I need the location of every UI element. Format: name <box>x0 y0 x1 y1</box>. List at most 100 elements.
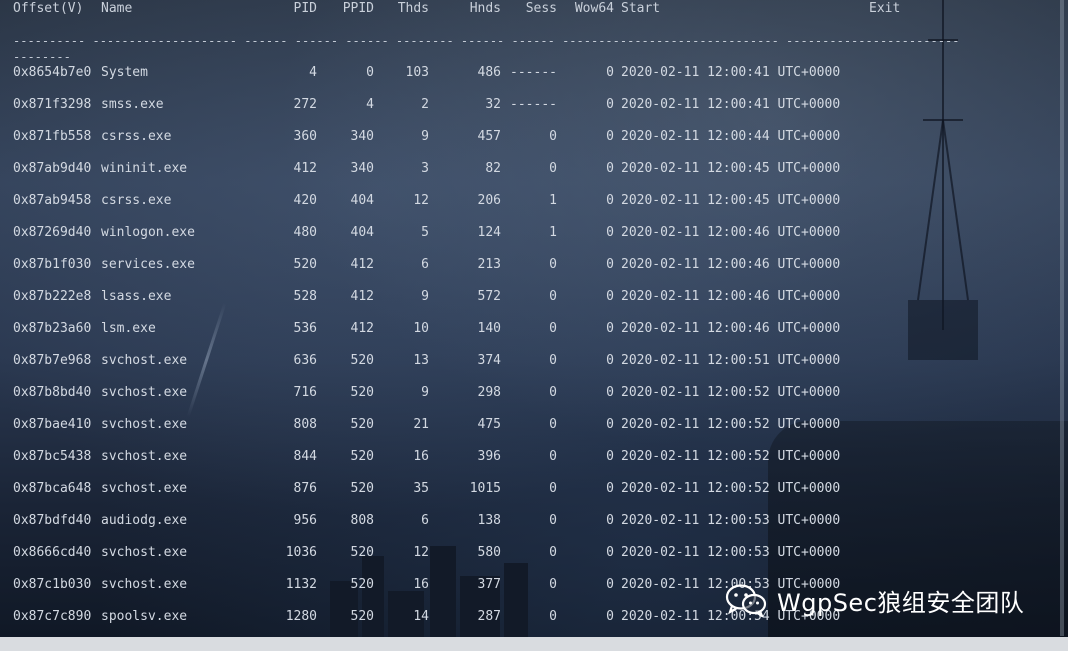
table-header: Offset(V) Name PID PPID Thds Hnds Sess W… <box>0 0 1060 18</box>
cell-pid: 1036 <box>285 545 317 560</box>
header-exit: Exit <box>869 1 901 16</box>
scrollbar[interactable] <box>1060 0 1064 636</box>
window-bottom-edge <box>0 637 1068 651</box>
cell-start: 2020-02-11 12:00:52 UTC+0000 <box>621 449 841 464</box>
header-ppid: PPID <box>342 1 374 16</box>
cell-offset: 0x87bae410 <box>13 417 92 432</box>
cell-start: 2020-02-11 12:00:46 UTC+0000 <box>621 321 841 336</box>
cell-name: smss.exe <box>101 97 164 112</box>
table-row: 0x87bae410 svchost.exe 808 520 21 475 0 0 2020-0… <box>0 416 1060 434</box>
cell-offset: 0x87ab9458 <box>13 193 92 208</box>
cell-wow64: 0 <box>606 385 614 400</box>
cell-name: csrss.exe <box>101 193 172 208</box>
cell-start: 2020-02-11 12:00:52 UTC+0000 <box>621 481 841 496</box>
cell-name: lsass.exe <box>101 289 172 304</box>
cell-ppid: 412 <box>350 257 374 272</box>
cell-pid: 636 <box>293 353 317 368</box>
cell-ppid: 520 <box>350 417 374 432</box>
cell-name: svchost.exe <box>101 577 188 592</box>
cell-offset: 0x87c1b030 <box>13 577 92 592</box>
cell-hnds: 298 <box>477 385 501 400</box>
table-row: 0x87b8bd40 svchost.exe 716 520 9 298 0 0 2020-02… <box>0 384 1060 402</box>
cell-wow64: 0 <box>606 321 614 336</box>
cell-pid: 520 <box>293 257 317 272</box>
cell-name: svchost.exe <box>101 417 188 432</box>
cell-pid: 528 <box>293 289 317 304</box>
cell-pid: 956 <box>293 513 317 528</box>
cell-name: svchost.exe <box>101 481 188 496</box>
cell-thds: 9 <box>421 129 429 144</box>
cell-wow64: 0 <box>606 289 614 304</box>
cell-offset: 0x87269d40 <box>13 225 92 240</box>
cell-hnds: 457 <box>477 129 501 144</box>
cell-thds: 21 <box>413 417 429 432</box>
cell-start: 2020-02-11 12:00:53 UTC+0000 <box>621 513 841 528</box>
cell-hnds: 82 <box>485 161 501 176</box>
cell-hnds: 287 <box>477 609 501 624</box>
cell-offset: 0x87bc5438 <box>13 449 92 464</box>
cell-thds: 14 <box>413 609 429 624</box>
cell-pid: 4 <box>309 65 317 80</box>
cell-start: 2020-02-11 12:00:46 UTC+0000 <box>621 257 841 272</box>
cell-sess: 0 <box>549 449 557 464</box>
cell-sess: 0 <box>549 513 557 528</box>
cell-sess: 0 <box>549 417 557 432</box>
cell-thds: 5 <box>421 225 429 240</box>
cell-sess: 1 <box>549 193 557 208</box>
cell-thds: 9 <box>421 385 429 400</box>
table-row: 0x87bca648 svchost.exe 876 520 35 1015 0 0 2020-… <box>0 480 1060 498</box>
cell-start: 2020-02-11 12:00:45 UTC+0000 <box>621 161 841 176</box>
cell-ppid: 520 <box>350 545 374 560</box>
cell-offset: 0x87bca648 <box>13 481 92 496</box>
table-row: 0x87269d40 winlogon.exe 480 404 5 124 1 0 2020-0… <box>0 224 1060 242</box>
wechat-icon <box>725 584 767 617</box>
header-hnds: Hnds <box>469 1 501 16</box>
cell-offset: 0x87b222e8 <box>13 289 92 304</box>
cell-thds: 12 <box>413 545 429 560</box>
cell-pid: 412 <box>293 161 317 176</box>
cell-hnds: 32 <box>485 97 501 112</box>
terminal-window[interactable]: Offset(V) Name PID PPID Thds Hnds Sess W… <box>0 0 1068 651</box>
cell-hnds: 138 <box>477 513 501 528</box>
cell-ppid: 0 <box>366 65 374 80</box>
cell-sess: 0 <box>549 129 557 144</box>
watermark-text: WgpSec狼组安全团队 <box>777 588 1025 617</box>
cell-start: 2020-02-11 12:00:53 UTC+0000 <box>621 545 841 560</box>
table-row: 0x871fb558 csrss.exe 360 340 9 457 0 0 2020-02-1… <box>0 128 1060 146</box>
cell-pid: 480 <box>293 225 317 240</box>
table-row: 0x87b23a60 lsm.exe 536 412 10 140 0 0 2020-02-11… <box>0 320 1060 338</box>
table-row: 0x8654b7e0 System 4 0 103 486 ------ 0 2020-02-1… <box>0 64 1060 82</box>
cell-wow64: 0 <box>606 161 614 176</box>
header-thds: Thds <box>397 1 429 16</box>
cell-offset: 0x87bdfd40 <box>13 513 92 528</box>
cell-offset: 0x87b7e968 <box>13 353 92 368</box>
cell-sess: 0 <box>549 545 557 560</box>
cell-ppid: 520 <box>350 609 374 624</box>
cell-ppid: 520 <box>350 353 374 368</box>
cell-sess: 0 <box>549 577 557 592</box>
cell-name: services.exe <box>101 257 195 272</box>
cell-hnds: 572 <box>477 289 501 304</box>
cell-hnds: 124 <box>477 225 501 240</box>
cell-thds: 16 <box>413 577 429 592</box>
cell-wow64: 0 <box>606 513 614 528</box>
cell-name: svchost.exe <box>101 545 188 560</box>
cell-wow64: 0 <box>606 417 614 432</box>
cell-ppid: 808 <box>350 513 374 528</box>
header-pid: PID <box>293 1 317 16</box>
cell-start: 2020-02-11 12:00:44 UTC+0000 <box>621 129 841 144</box>
cell-wow64: 0 <box>606 129 614 144</box>
cell-wow64: 0 <box>606 257 614 272</box>
cell-offset: 0x87b1f030 <box>13 257 92 272</box>
cell-hnds: 580 <box>477 545 501 560</box>
cell-sess: 1 <box>549 225 557 240</box>
cell-thds: 9 <box>421 289 429 304</box>
cell-thds: 16 <box>413 449 429 464</box>
cell-ppid: 520 <box>350 385 374 400</box>
cell-name: wininit.exe <box>101 161 188 176</box>
cell-hnds: 475 <box>477 417 501 432</box>
cell-sess: ------ <box>510 97 557 112</box>
cell-thds: 2 <box>421 97 429 112</box>
cell-pid: 536 <box>293 321 317 336</box>
cell-name: winlogon.exe <box>101 225 195 240</box>
